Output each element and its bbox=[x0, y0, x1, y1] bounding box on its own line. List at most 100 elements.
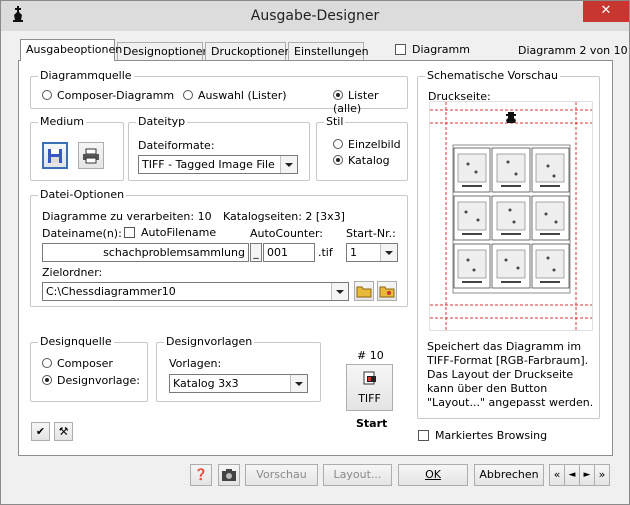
help-button[interactable]: ❓ bbox=[190, 464, 212, 486]
nav-last-button[interactable]: » bbox=[594, 464, 610, 486]
folder-star-icon bbox=[379, 286, 395, 298]
radio-label: Composer-Diagramm bbox=[57, 89, 175, 102]
camera-icon bbox=[222, 469, 236, 481]
export-file-icon bbox=[363, 371, 376, 385]
radio-dot[interactable] bbox=[333, 90, 343, 100]
radio-auswahl-lister[interactable]: Auswahl (Lister) bbox=[183, 89, 287, 102]
dateiname-input[interactable]: schachproblemsammlung bbox=[42, 243, 249, 262]
new-folder-button[interactable] bbox=[377, 281, 397, 301]
nav-first-button[interactable]: « bbox=[549, 464, 565, 486]
markiertes-browsing-checkbox[interactable]: Markiertes Browsing bbox=[418, 429, 547, 442]
print-button[interactable] bbox=[78, 142, 104, 169]
diagramm-counter: Diagramm 2 von 10 bbox=[518, 44, 628, 57]
ok-button[interactable]: OK bbox=[398, 464, 468, 486]
radio-dot[interactable] bbox=[333, 139, 343, 149]
select-value: TIFF - Tagged Image File bbox=[142, 158, 275, 171]
page-layout-diagram bbox=[430, 102, 592, 330]
katalogseiten-text: Katalogseiten: 2 [3x3] bbox=[223, 210, 345, 223]
camera-button[interactable] bbox=[218, 464, 240, 486]
tab-druckoptionen[interactable]: Druckoptionen bbox=[205, 42, 292, 60]
abbrechen-button[interactable]: Abbrechen bbox=[474, 464, 544, 486]
dateiname-label: Dateiname(n): bbox=[42, 227, 122, 240]
chevron-down-icon[interactable] bbox=[331, 283, 348, 300]
radio-designvorlage[interactable]: Designvorlage: bbox=[42, 374, 140, 387]
medium-group: Medium bbox=[30, 115, 124, 181]
radio-composer[interactable]: Composer bbox=[42, 357, 113, 370]
save-file-button[interactable] bbox=[42, 142, 68, 169]
radio-label: Katalog bbox=[348, 154, 390, 167]
chevron-down-icon[interactable] bbox=[290, 375, 307, 392]
start-count: # 10 bbox=[357, 349, 384, 362]
diagramm-checkbox[interactable]: Diagramm bbox=[395, 43, 470, 56]
checkbox-box[interactable] bbox=[395, 44, 406, 55]
radio-dot[interactable] bbox=[42, 375, 52, 385]
radio-dot[interactable] bbox=[183, 90, 193, 100]
dateiformate-label: Dateiformate: bbox=[138, 139, 215, 152]
close-button[interactable]: ✕ bbox=[583, 1, 629, 22]
tab-ausgabeoptionen[interactable]: Ausgabeoptionen bbox=[20, 39, 122, 61]
group-legend: Diagrammquelle bbox=[38, 69, 134, 82]
zielordner-label: Zielordner: bbox=[42, 266, 103, 279]
window-title: Ausgabe-Designer bbox=[250, 8, 380, 24]
tab-label: Designoptionen bbox=[123, 45, 210, 58]
title-bar: Ausgabe-Designer ✕ bbox=[1, 1, 629, 31]
radio-label: Einzelbild bbox=[348, 138, 401, 151]
zielordner-select[interactable]: C:\Chessdiagrammer10 bbox=[42, 282, 349, 301]
autocounter-input[interactable]: 001 bbox=[263, 243, 315, 262]
tab-label: Druckoptionen bbox=[211, 45, 292, 58]
group-legend: Stil bbox=[324, 115, 346, 128]
confirm-check-button[interactable]: ✔ bbox=[31, 422, 50, 441]
chevron-down-icon[interactable] bbox=[280, 156, 297, 173]
separator-field[interactable]: _ bbox=[250, 243, 262, 262]
checkbox-box[interactable] bbox=[124, 227, 135, 238]
printer-icon bbox=[83, 148, 99, 164]
tab-designoptionen[interactable]: Designoptionen bbox=[117, 42, 210, 60]
dateiformat-select[interactable]: TIFF - Tagged Image File bbox=[138, 155, 298, 174]
radio-dot[interactable] bbox=[42, 90, 52, 100]
tools-button[interactable]: ⚒ bbox=[54, 422, 73, 441]
designvorlagen-group: Designvorlagen Vorlagen: Katalog 3x3 bbox=[156, 335, 321, 402]
diagrammquelle-group: Diagrammquelle Composer-Diagramm Auswahl… bbox=[30, 69, 408, 115]
tab-einstellungen[interactable]: Einstellungen bbox=[288, 42, 369, 60]
radio-dot[interactable] bbox=[333, 155, 343, 165]
datei-optionen-group: Datei-Optionen Diagramme zu verarbeiten:… bbox=[30, 188, 408, 307]
startnr-select[interactable]: 1 bbox=[346, 243, 398, 262]
radio-label: Auswahl (Lister) bbox=[198, 89, 287, 102]
file-extension-text: .tif bbox=[318, 246, 333, 259]
autofilename-label: AutoFilename bbox=[141, 226, 217, 239]
vorlagen-select[interactable]: Katalog 3x3 bbox=[169, 374, 308, 393]
browse-folder-button[interactable] bbox=[354, 281, 374, 301]
autocounter-label: AutoCounter: bbox=[250, 227, 324, 240]
stil-group: Stil Einzelbild Katalog bbox=[316, 115, 408, 181]
radio-lister-alle[interactable]: Lister (alle) bbox=[333, 89, 407, 115]
radio-dot[interactable] bbox=[42, 358, 52, 368]
diagramm-checkbox-label: Diagramm bbox=[412, 43, 470, 56]
ok-label: OK bbox=[425, 468, 441, 481]
radio-katalog[interactable]: Katalog bbox=[333, 154, 390, 167]
radio-composer-diagramm[interactable]: Composer-Diagramm bbox=[42, 89, 174, 102]
zu-verarbeiten-text: Diagramme zu verarbeiten: 10 bbox=[42, 210, 212, 223]
tools-icon: ⚒ bbox=[58, 425, 69, 438]
vorschau-description: Speichert das Diagramm im TIFF-Format [R… bbox=[427, 340, 594, 409]
dateityp-group: Dateityp Dateiformate: TIFF - Tagged Ima… bbox=[128, 115, 310, 181]
check-icon: ✔ bbox=[35, 425, 46, 438]
nav-prev-button[interactable]: ◄ bbox=[564, 464, 580, 486]
radio-einzelbild[interactable]: Einzelbild bbox=[333, 138, 401, 151]
start-tiff-button[interactable]: TIFF bbox=[346, 364, 393, 411]
dialog-window: Ausgabe-Designer ✕ Ausgabeoptionen Desig… bbox=[0, 0, 630, 505]
layout-button[interactable]: Layout... bbox=[323, 464, 392, 486]
start-caption: Start bbox=[356, 417, 388, 430]
checkbox-box[interactable] bbox=[418, 430, 429, 441]
group-legend: Designvorlagen bbox=[164, 335, 255, 348]
help-icon: ❓ bbox=[194, 468, 208, 481]
vorschau-button[interactable]: Vorschau bbox=[245, 464, 318, 486]
select-value: 1 bbox=[350, 246, 357, 259]
autofilename-checkbox[interactable]: AutoFilename bbox=[124, 226, 216, 239]
chevron-down-icon[interactable] bbox=[380, 244, 397, 261]
radio-label: Designvorlage: bbox=[57, 374, 140, 387]
startnr-label: Start-Nr.: bbox=[346, 227, 396, 240]
folder-icon bbox=[356, 286, 372, 298]
select-value: C:\Chessdiagrammer10 bbox=[46, 285, 176, 298]
nav-next-button[interactable]: ► bbox=[579, 464, 595, 486]
floppy-disk-icon bbox=[48, 149, 62, 163]
